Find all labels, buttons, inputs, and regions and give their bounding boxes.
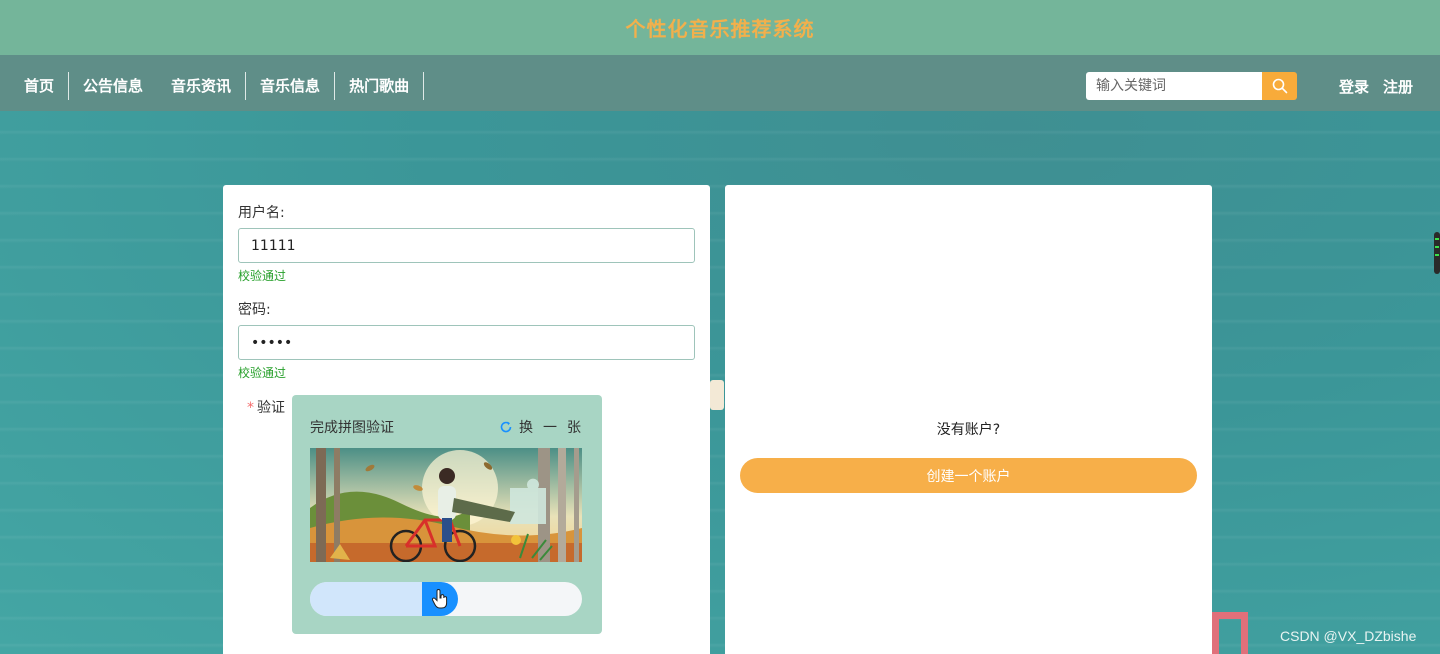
watermark: CSDN @VX_DZbishe xyxy=(1280,628,1417,644)
captcha-title: 完成拼图验证 xyxy=(310,420,394,436)
no-account-prompt: 没有账户? xyxy=(936,422,1001,438)
username-label: 用户名: xyxy=(238,205,285,221)
search-bar xyxy=(1086,72,1297,100)
captcha-widget: 完成拼图验证 换一张 xyxy=(292,395,602,634)
captcha-slider-progress xyxy=(310,582,440,616)
hand-cursor-icon xyxy=(432,589,448,609)
register-link[interactable]: 注册 xyxy=(1383,76,1413,97)
scrollbar-thumb[interactable] xyxy=(1434,232,1440,274)
refresh-icon xyxy=(500,421,512,433)
password-valid-message: 校验通过 xyxy=(238,366,287,380)
auth-links: 登录 注册 xyxy=(1339,76,1413,97)
nav-item-music-info[interactable]: 音乐信息 xyxy=(246,72,336,100)
site-header: 个性化音乐推荐系统 xyxy=(0,0,1440,55)
required-mark: * xyxy=(247,400,254,416)
captcha-puzzle-image xyxy=(310,448,582,562)
nav-item-announcements[interactable]: 公告信息 xyxy=(69,72,157,100)
create-account-button[interactable]: 创建一个账户 xyxy=(740,458,1197,493)
captcha-slider-track[interactable] xyxy=(310,582,582,616)
captcha-refresh-button[interactable]: 换一张 xyxy=(499,417,591,437)
login-card: 用户名: 校验通过 密码: 校验通过 *验证 完成拼图验证 换一张 xyxy=(223,185,710,654)
username-field[interactable] xyxy=(238,228,695,263)
captcha-refresh-label: 换一张 xyxy=(519,420,591,436)
password-label: 密码: xyxy=(238,302,271,318)
username-valid-message: 校验通过 xyxy=(238,269,287,283)
nav-item-hot-songs[interactable]: 热门歌曲 xyxy=(335,72,425,100)
search-input[interactable] xyxy=(1086,72,1262,100)
nav-item-music-news[interactable]: 音乐资讯 xyxy=(157,72,247,100)
background-decoration xyxy=(1212,612,1248,654)
login-link[interactable]: 登录 xyxy=(1339,76,1369,97)
search-button[interactable] xyxy=(1262,72,1297,100)
site-title: 个性化音乐推荐系统 xyxy=(625,17,815,41)
captcha-label: * 验证 xyxy=(247,397,285,417)
password-field[interactable] xyxy=(238,325,695,360)
background-decoration xyxy=(710,380,724,410)
nav-item-home[interactable]: 首页 xyxy=(10,72,70,100)
captcha-slider-handle[interactable] xyxy=(422,582,458,616)
search-icon xyxy=(1272,78,1287,94)
nav-menu: 首页 公告信息 音乐资讯 音乐信息 热门歌曲 xyxy=(10,72,425,100)
register-card: 没有账户? 创建一个账户 xyxy=(725,185,1212,654)
captcha-label-text: 验证 xyxy=(257,400,285,416)
